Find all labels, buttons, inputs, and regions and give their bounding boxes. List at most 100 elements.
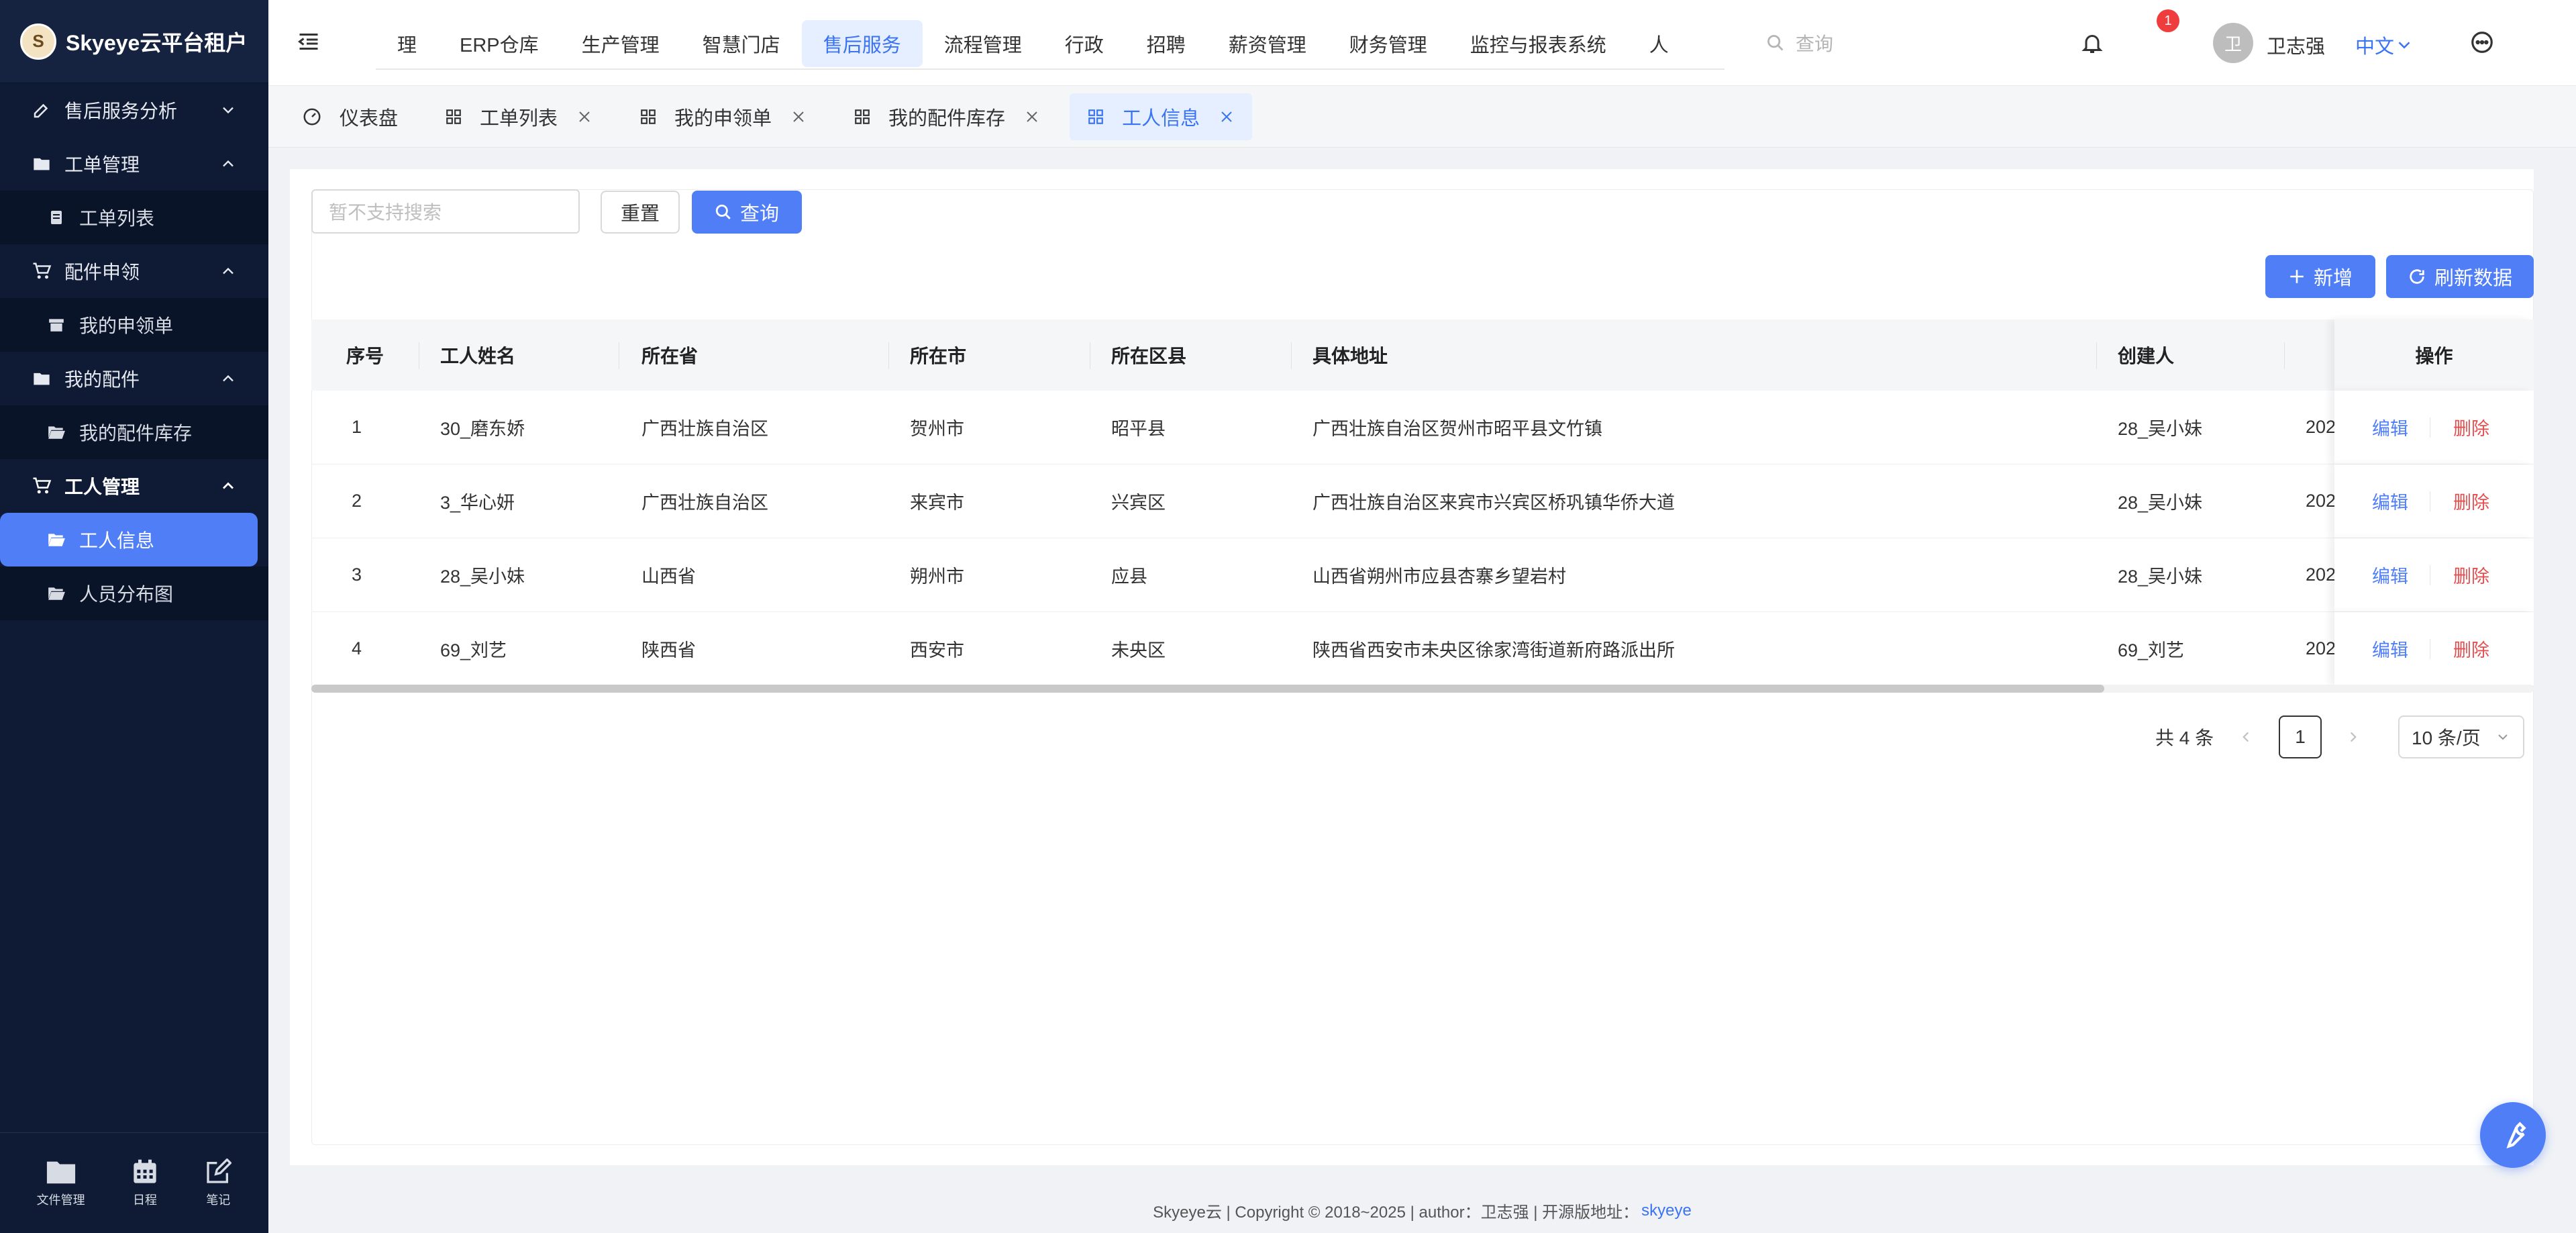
file-manager-button[interactable]: 文件管理 [37, 1158, 85, 1208]
sidebar-item-label: 我的申领单 [79, 315, 174, 336]
edit-link[interactable]: 编辑 [2372, 414, 2408, 440]
pagination-prev[interactable] [2237, 716, 2255, 758]
brand[interactable]: S Skyeye云平台租户 [0, 0, 268, 83]
tab-my-requests[interactable]: 我的申领单 [622, 93, 824, 140]
tab-label: 我的配件库存 [888, 107, 1006, 130]
refresh-button[interactable]: 刷新数据 [2386, 255, 2534, 298]
sidebar-group-work-orders[interactable]: 工单管理 [0, 137, 268, 191]
sidebar: S Skyeye云平台租户 售后服务分析 工单管理 工单列表 配件申领 我的申领… [0, 0, 268, 1233]
top-search[interactable]: 查询 [1766, 27, 1967, 59]
close-icon[interactable] [790, 109, 807, 125]
pagination-page[interactable]: 1 [2279, 716, 2322, 758]
footer-text: Skyeye云 | Copyright © 2018~2025 | author… [1153, 1203, 1639, 1222]
menu-fold-icon[interactable] [297, 30, 321, 54]
column-header-province: 所在省 [641, 346, 699, 366]
cell-index: 1 [352, 417, 362, 437]
footer: Skyeye云 | Copyright © 2018~2025 | author… [268, 1188, 2576, 1233]
cell-worker-name: 30_磨东娇 [440, 419, 525, 439]
close-icon[interactable] [576, 109, 593, 125]
document-icon [47, 208, 66, 227]
delete-link[interactable]: 删除 [2453, 636, 2489, 662]
sidebar-group-label: 售后服务分析 [64, 101, 178, 121]
language-select[interactable]: 中文 [2355, 31, 2414, 59]
cell-city: 贺州市 [910, 419, 964, 439]
page-size-select[interactable]: 10 条/页 [2398, 716, 2524, 758]
folder-icon [31, 153, 52, 175]
add-button[interactable]: 新增 [2265, 255, 2375, 298]
top-nav-item[interactable]: 监控与报表系统 [1449, 20, 1628, 67]
cell-address: 山西省朔州市应县杏寨乡望岩村 [1312, 566, 1566, 587]
tab-work-order-list[interactable]: 工单列表 [427, 93, 610, 140]
notes-button[interactable]: 笔记 [205, 1158, 232, 1208]
cell-index: 3 [352, 564, 362, 585]
sidebar-item-worker-info[interactable]: 工人信息 [0, 513, 258, 566]
add-label: 新增 [2313, 268, 2353, 289]
delete-link[interactable]: 删除 [2453, 414, 2489, 440]
tools-fab-button[interactable] [2480, 1102, 2546, 1168]
top-nav-item[interactable]: 理 [376, 20, 438, 67]
query-button[interactable]: 查询 [692, 191, 802, 234]
top-nav-item[interactable]: ERP仓库 [438, 20, 560, 67]
bell-icon[interactable] [2080, 31, 2104, 55]
edit-link[interactable]: 编辑 [2372, 562, 2408, 588]
top-header: 理 ERP仓库 生产管理 智慧门店 售后服务 流程管理 行政 招聘 薪资管理 财务管理 监控与报表系… [268, 0, 2576, 86]
sidebar-item-staff-distribution[interactable]: 人员分布图 [0, 566, 268, 620]
footer-repo-link[interactable]: skyeye [1641, 1201, 1692, 1220]
cell-city: 来宾市 [910, 493, 964, 513]
refresh-icon [2410, 269, 2424, 284]
cell-address: 陕西省西安市未央区徐家湾街道新府路派出所 [1312, 640, 1675, 660]
page-size-label: 10 条/页 [2412, 728, 2481, 748]
sidebar-item-work-order-list[interactable]: 工单列表 [0, 191, 268, 244]
top-nav-item[interactable]: 售后服务 [801, 20, 923, 67]
chat-icon[interactable] [2469, 30, 2495, 55]
schedule-button[interactable]: 日程 [132, 1158, 158, 1208]
close-icon[interactable] [1219, 109, 1235, 125]
scrollbar-thumb[interactable] [311, 685, 2104, 693]
sidebar-group-worker-management[interactable]: 工人管理 [0, 459, 268, 513]
sidebar-shortcuts: 文件管理 日程 笔记 [0, 1132, 268, 1233]
edit-link[interactable]: 编辑 [2372, 636, 2408, 662]
top-nav-item[interactable]: 薪资管理 [1207, 20, 1328, 67]
sidebar-item-my-requests[interactable]: 我的申领单 [0, 298, 268, 352]
sidebar-group-after-sales-analysis[interactable]: 售后服务分析 [0, 83, 268, 137]
sidebar-group-my-parts[interactable]: 我的配件 [0, 352, 268, 405]
search-input[interactable]: 暂不支持搜索 [311, 189, 580, 234]
top-nav-item[interactable]: 招聘 [1125, 20, 1207, 67]
cart-icon [31, 475, 52, 497]
cell-district: 昭平县 [1111, 419, 1166, 439]
cell-creator: 69_刘艺 [2118, 640, 2185, 660]
folder-icon [31, 368, 52, 389]
table-horizontal-scrollbar[interactable] [311, 685, 2534, 693]
cell-district: 应县 [1111, 566, 1147, 587]
top-nav-item[interactable]: 生产管理 [560, 20, 681, 67]
reset-button[interactable]: 重置 [601, 191, 680, 234]
delete-link[interactable]: 删除 [2453, 562, 2489, 588]
sidebar-group-parts-request[interactable]: 配件申领 [0, 244, 268, 298]
cell-district: 兴宾区 [1111, 493, 1166, 513]
top-nav-item[interactable]: 智慧门店 [681, 20, 802, 67]
file-manager-label: 文件管理 [36, 1193, 85, 1207]
table-row: 4 69_刘艺 陕西省 西安市 未央区 陕西省西安市未央区徐家湾街道新府路派出所 69_刘艺… [311, 612, 2534, 686]
top-nav-item[interactable]: 财务管理 [1328, 20, 1449, 67]
top-nav-item[interactable]: 人 [1628, 20, 1690, 67]
tab-dashboard[interactable]: 仪表盘 [285, 93, 415, 140]
chevron-up-icon [223, 482, 234, 489]
edit-link[interactable]: 编辑 [2372, 488, 2408, 514]
cell-worker-name: 69_刘艺 [440, 640, 507, 660]
tab-worker-info[interactable]: 工人信息 [1070, 93, 1253, 140]
top-nav-item[interactable]: 流程管理 [923, 20, 1043, 67]
cell-creator: 28_吴小妹 [2118, 566, 2203, 587]
close-icon[interactable] [1024, 109, 1040, 125]
pagination-next[interactable] [2345, 716, 2362, 758]
user-name[interactable]: 卫志强 [2267, 31, 2325, 59]
tab-my-parts-stock[interactable]: 我的配件库存 [836, 93, 1058, 140]
column-divider [2284, 342, 2285, 369]
sidebar-item-my-parts-stock[interactable]: 我的配件库存 [0, 405, 268, 459]
top-nav-item[interactable]: 行政 [1043, 20, 1125, 67]
avatar[interactable]: 卫 [2213, 23, 2253, 63]
cell-address: 广西壮族自治区贺州市昭平县文竹镇 [1312, 419, 1602, 439]
delete-link[interactable]: 删除 [2453, 488, 2489, 514]
chevron-down-icon [2398, 42, 2410, 49]
chevron-left-icon [2243, 732, 2249, 742]
folder-icon [46, 1161, 75, 1183]
